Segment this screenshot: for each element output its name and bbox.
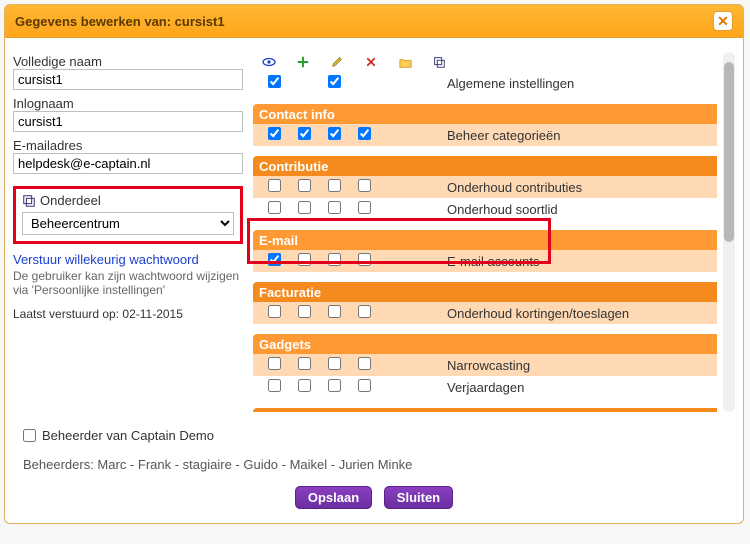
permission-checkbox[interactable] xyxy=(268,127,281,140)
permission-row: E-mail accounts xyxy=(253,250,717,272)
permission-name: Verjaardagen xyxy=(439,380,524,395)
permission-checkbox[interactable] xyxy=(358,379,371,392)
permission-name: Narrowcasting xyxy=(439,358,530,373)
admin-checkbox-row[interactable]: Beheerder van Captain Demo xyxy=(23,428,725,443)
permission-checkbox[interactable] xyxy=(298,305,311,318)
permission-checkbox[interactable] xyxy=(328,75,341,88)
permission-checkbox[interactable] xyxy=(358,253,371,266)
left-panel: Volledige naam Inlognaam E-mailadres Ond… xyxy=(13,52,253,412)
permission-checkbox[interactable] xyxy=(268,75,281,88)
scrollbar[interactable] xyxy=(723,52,735,412)
last-sent-label: Laatst verstuurd op: 02-11-2015 xyxy=(13,307,243,321)
permission-checkbox[interactable] xyxy=(328,357,341,370)
permission-checkbox[interactable] xyxy=(298,253,311,266)
permission-name: Onderhoud contributies xyxy=(439,180,582,195)
send-password-link[interactable]: Verstuur willekeurig wachtwoord xyxy=(13,252,243,267)
section-header: Facturatie xyxy=(253,282,717,302)
close-button[interactable]: Sluiten xyxy=(384,486,453,509)
permission-checkbox[interactable] xyxy=(268,379,281,392)
permission-checkbox[interactable] xyxy=(328,305,341,318)
permission-checkbox[interactable] xyxy=(328,179,341,192)
section-highlight: Onderdeel Beheercentrum xyxy=(13,186,243,244)
permission-row: Onderhoud contributies xyxy=(253,176,717,198)
email-field[interactable] xyxy=(13,153,243,174)
section-header: Importeren xyxy=(253,408,717,412)
permission-checkbox[interactable] xyxy=(358,357,371,370)
send-password-hint: De gebruiker kan zijn wachtwoord wijzige… xyxy=(13,269,243,297)
folder-icon xyxy=(397,54,413,70)
section-select[interactable]: Beheercentrum xyxy=(22,212,234,235)
copy-icon xyxy=(431,54,447,70)
full-name-field[interactable] xyxy=(13,69,243,90)
admin-checkbox[interactable] xyxy=(23,429,36,442)
permission-row: Narrowcasting xyxy=(253,354,717,376)
permission-checkbox[interactable] xyxy=(328,379,341,392)
permission-row: Beheer categorieën xyxy=(253,124,717,146)
permission-name: Onderhoud soortlid xyxy=(439,202,558,217)
section-label: Onderdeel xyxy=(40,193,101,208)
permission-checkbox[interactable] xyxy=(328,253,341,266)
permission-checkbox[interactable] xyxy=(298,179,311,192)
permission-row: Onderhoud kortingen/toeslagen xyxy=(253,302,717,324)
bottom-panel: Beheerder van Captain Demo Beheerders: M… xyxy=(5,420,743,523)
admins-list: Beheerders: Marc - Frank - stagiaire - G… xyxy=(23,457,725,472)
delete-icon xyxy=(363,54,379,70)
eye-icon xyxy=(261,54,277,70)
scrollbar-thumb[interactable] xyxy=(724,62,734,242)
permission-checkbox[interactable] xyxy=(298,127,311,140)
permission-row: Algemene instellingen xyxy=(253,72,717,94)
email-label: E-mailadres xyxy=(13,138,243,153)
permission-checkbox[interactable] xyxy=(268,357,281,370)
permission-row: Onderhoud soortlid xyxy=(253,198,717,220)
permission-row: Verjaardagen xyxy=(253,376,717,398)
permission-checkbox[interactable] xyxy=(268,305,281,318)
permission-checkbox[interactable] xyxy=(268,179,281,192)
window-title: Gegevens bewerken van: cursist1 xyxy=(15,14,713,29)
section-header: Contributie xyxy=(253,156,717,176)
titlebar: Gegevens bewerken van: cursist1 ✕ xyxy=(5,5,743,38)
permission-checkbox[interactable] xyxy=(298,201,311,214)
layers-icon xyxy=(22,194,36,208)
plus-icon xyxy=(295,54,311,70)
login-field[interactable] xyxy=(13,111,243,132)
permission-checkbox[interactable] xyxy=(328,201,341,214)
section-header: Gadgets xyxy=(253,334,717,354)
permission-checkbox[interactable] xyxy=(358,127,371,140)
edit-user-window: Gegevens bewerken van: cursist1 ✕ Volled… xyxy=(4,4,744,524)
permission-checkbox[interactable] xyxy=(268,201,281,214)
section-header: Contact info xyxy=(253,104,717,124)
admin-checkbox-label: Beheerder van Captain Demo xyxy=(42,428,214,443)
permission-checkbox[interactable] xyxy=(358,179,371,192)
permission-name: E-mail accounts xyxy=(439,254,539,269)
permission-name: Onderhoud kortingen/toeslagen xyxy=(439,306,629,321)
permission-checkbox[interactable] xyxy=(358,201,371,214)
permission-name: Beheer categorieën xyxy=(439,128,560,143)
permission-checkbox[interactable] xyxy=(328,127,341,140)
permission-checkbox[interactable] xyxy=(358,305,371,318)
save-button[interactable]: Opslaan xyxy=(295,486,372,509)
permission-icons-header xyxy=(253,52,717,72)
section-header: E-mail xyxy=(253,230,717,250)
permission-checkbox[interactable] xyxy=(268,253,281,266)
close-icon[interactable]: ✕ xyxy=(713,11,733,31)
permission-checkbox[interactable] xyxy=(298,379,311,392)
login-label: Inlognaam xyxy=(13,96,243,111)
permissions-panel: Algemene instellingen Contact info Beheer … xyxy=(253,52,735,412)
permission-checkbox[interactable] xyxy=(298,357,311,370)
edit-icon xyxy=(329,54,345,70)
permission-name: Algemene instellingen xyxy=(439,76,574,91)
full-name-label: Volledige naam xyxy=(13,54,243,69)
